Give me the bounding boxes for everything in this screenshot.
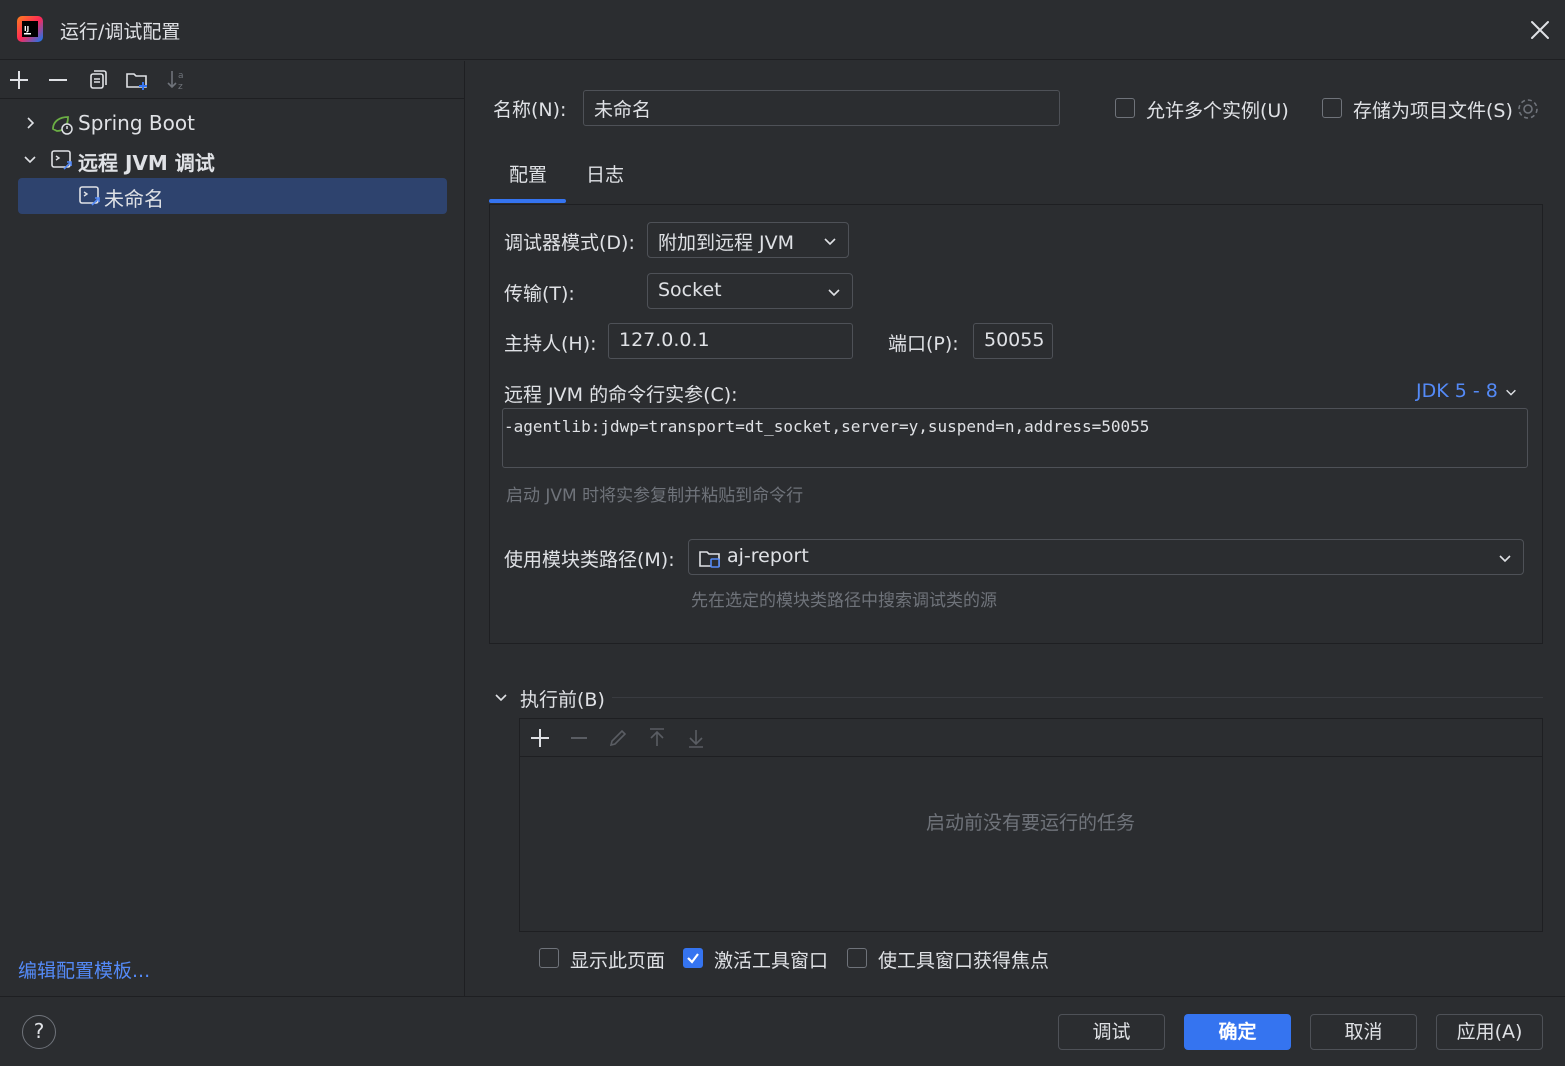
tree-item-spring-boot[interactable]: Spring Boot: [18, 106, 447, 142]
remote-jvm-debug-icon: [51, 150, 72, 170]
cmd-args-label: 远程 JVM 的命令行实参(C):: [504, 384, 738, 406]
before-launch-title[interactable]: 执行前(B): [520, 685, 605, 712]
chevron-down-icon: [828, 289, 840, 297]
module-folder-icon: [699, 551, 720, 568]
tree-item-label: 未命名: [104, 187, 164, 211]
store-as-project-file-label: 存储为项目文件(S): [1353, 100, 1513, 122]
ok-button[interactable]: 确定: [1184, 1014, 1291, 1050]
focus-tool-window-label: 使工具窗口获得焦点: [878, 950, 1050, 972]
focus-tool-window-checkbox[interactable]: [847, 948, 867, 968]
window-title: 运行/调试配置: [60, 21, 181, 43]
chevron-down-icon: [824, 238, 836, 246]
svg-text:IJ: IJ: [24, 25, 29, 33]
active-tab-indicator: [489, 199, 566, 203]
gear-icon[interactable]: [1516, 97, 1540, 121]
activate-tool-window-label: 激活工具窗口: [714, 950, 829, 972]
chevron-down-icon[interactable]: [22, 151, 38, 167]
store-as-project-file-checkbox[interactable]: [1322, 98, 1342, 118]
configurations-toolbar: az: [0, 61, 465, 99]
svg-text:a: a: [178, 71, 184, 81]
tree-item-unnamed[interactable]: 未命名: [18, 178, 447, 214]
move-up-icon[interactable]: [645, 726, 669, 750]
apply-button[interactable]: 应用(A): [1436, 1014, 1543, 1050]
spring-boot-icon: [52, 116, 73, 135]
divider: [612, 697, 1543, 698]
sort-icon[interactable]: az: [164, 67, 190, 93]
before-launch-empty-text: 启动前没有要运行的任务: [926, 812, 1136, 834]
add-icon[interactable]: [6, 67, 32, 93]
name-input[interactable]: [583, 90, 1060, 126]
port-label: 端口(P):: [888, 333, 959, 355]
intellij-logo-icon: IJ: [17, 16, 43, 42]
jdk-version-value: JDK 5 - 8: [1416, 380, 1498, 402]
debugger-mode-label: 调试器模式(D):: [504, 232, 635, 254]
tree-item-label: Spring Boot: [78, 111, 195, 135]
debug-button[interactable]: 调试: [1058, 1014, 1165, 1050]
new-folder-icon[interactable]: [124, 67, 150, 93]
remove-icon[interactable]: [45, 67, 71, 93]
tree-item-remote-jvm-debug[interactable]: 远程 JVM 调试: [18, 142, 447, 178]
chevron-down-icon: [1506, 389, 1516, 396]
show-page-checkbox[interactable]: [539, 948, 559, 968]
module-classpath-value: aj-report: [727, 545, 809, 567]
close-icon[interactable]: [1526, 16, 1554, 44]
copy-icon[interactable]: [85, 67, 111, 93]
tab-configuration[interactable]: 配置: [509, 160, 547, 187]
title-bar: [0, 0, 1565, 60]
remote-jvm-debug-icon: [79, 186, 100, 206]
cmd-args-textarea[interactable]: -agentlib:jdwp=transport=dt_socket,serve…: [502, 408, 1528, 468]
host-label: 主持人(H):: [504, 333, 597, 355]
port-input[interactable]: 50055: [973, 323, 1053, 359]
chevron-down-icon: [1499, 555, 1511, 563]
svg-text:z: z: [178, 82, 183, 92]
debugger-mode-value: 附加到远程 JVM: [658, 232, 795, 254]
chevron-right-icon[interactable]: [22, 115, 38, 131]
configurations-pane: az Spring Boot 远程 JVM 调试 未命名 编辑配置模板...: [0, 61, 465, 996]
transport-label: 传输(T):: [504, 283, 575, 305]
help-icon[interactable]: ?: [22, 1015, 56, 1049]
move-down-icon[interactable]: [684, 726, 708, 750]
module-classpath-label: 使用模块类路径(M):: [504, 549, 675, 571]
remove-icon[interactable]: [567, 726, 591, 750]
transport-value: Socket: [658, 279, 722, 301]
name-label: 名称(N):: [493, 99, 567, 121]
allow-multiple-checkbox[interactable]: [1115, 98, 1135, 118]
edit-icon[interactable]: [606, 726, 630, 750]
add-icon[interactable]: [528, 726, 552, 750]
tree-item-label: 远程 JVM 调试: [78, 151, 215, 175]
allow-multiple-label: 允许多个实例(U): [1146, 100, 1289, 122]
debugger-mode-select[interactable]: 附加到远程 JVM: [647, 222, 849, 258]
tab-logs[interactable]: 日志: [586, 160, 624, 187]
chevron-down-icon[interactable]: [492, 688, 510, 706]
module-classpath-hint: 先在选定的模块类路径中搜索调试类的源: [691, 591, 997, 611]
jdk-version-select[interactable]: JDK 5 - 8: [1416, 380, 1518, 402]
host-input[interactable]: 127.0.0.1: [608, 323, 853, 359]
edit-templates-link[interactable]: 编辑配置模板...: [18, 956, 150, 983]
cmd-args-hint: 启动 JVM 时将实参复制并粘贴到命令行: [506, 486, 804, 506]
checkmark-icon: [687, 953, 699, 964]
cancel-button[interactable]: 取消: [1310, 1014, 1417, 1050]
before-launch-toolbar: [520, 719, 1542, 757]
transport-select[interactable]: Socket: [647, 273, 853, 309]
show-page-label: 显示此页面: [570, 950, 666, 972]
activate-tool-window-checkbox[interactable]: [683, 948, 703, 968]
module-classpath-select[interactable]: aj-report: [688, 539, 1524, 575]
